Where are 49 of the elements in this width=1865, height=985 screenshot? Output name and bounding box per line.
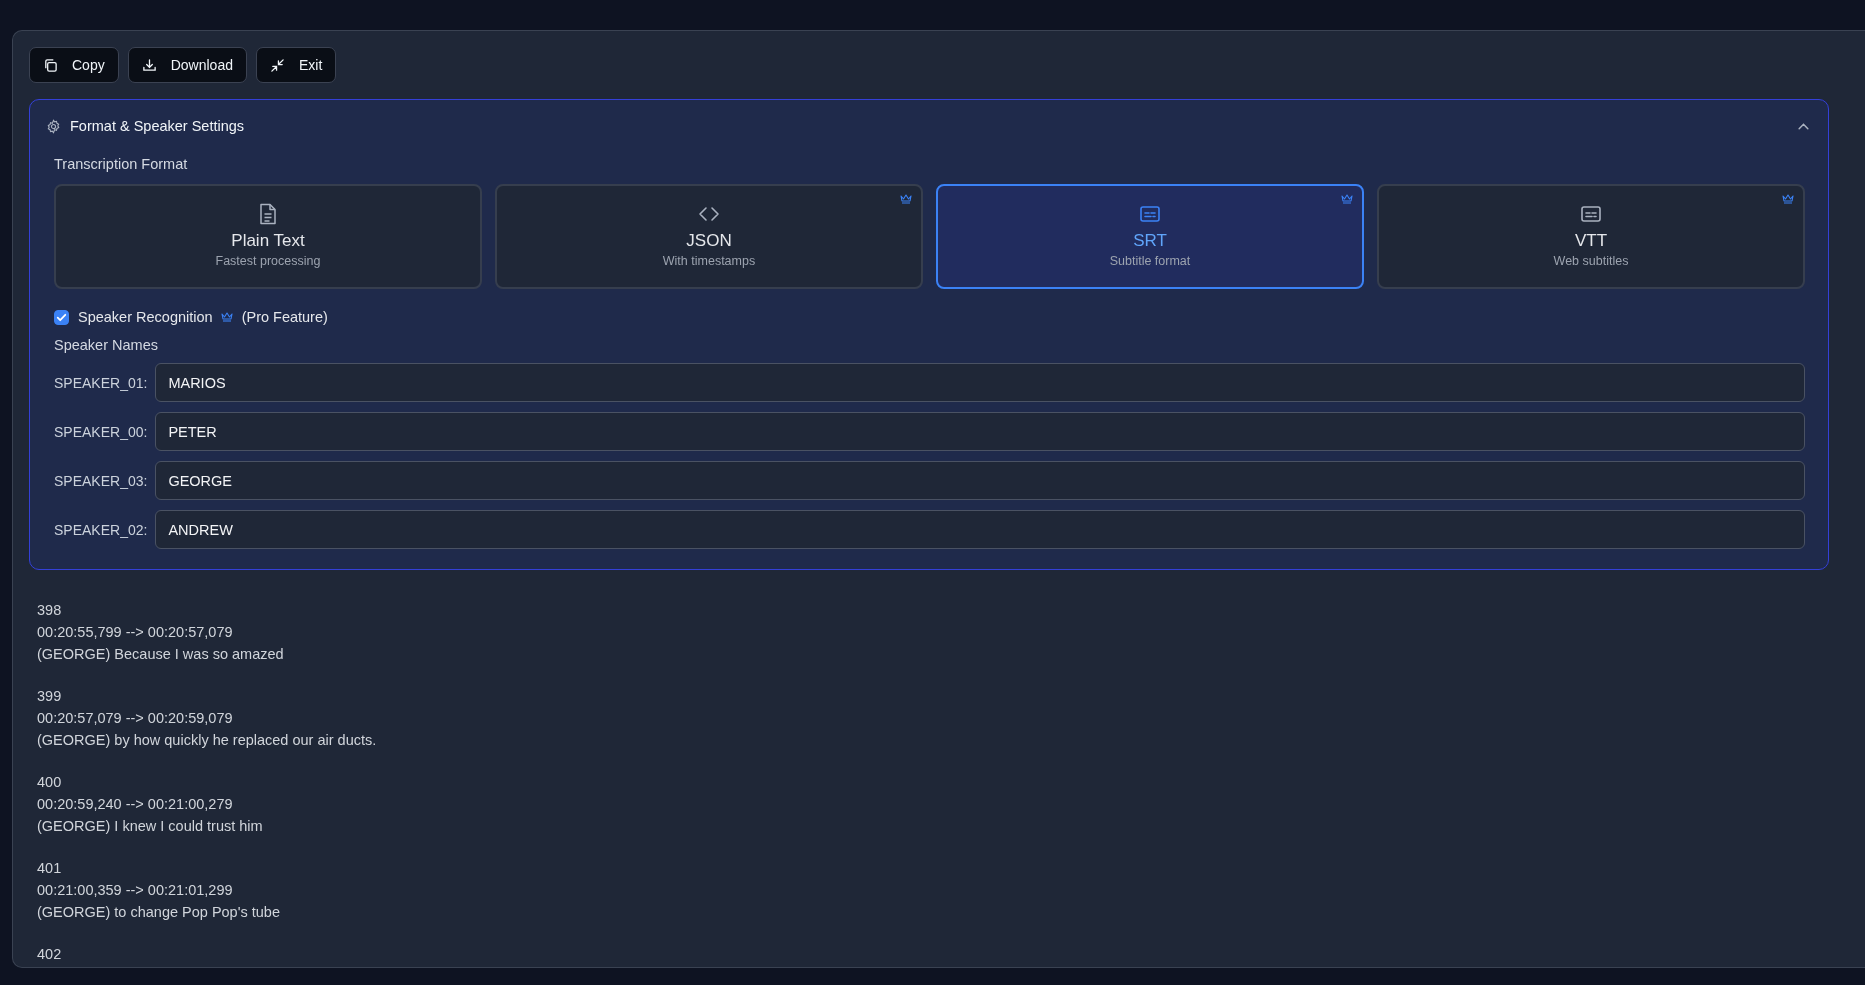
format-option[interactable]: Plain Text Fastest processing (54, 184, 482, 289)
checkbox-label: Speaker Recognition (78, 309, 213, 325)
subtitles-icon (1139, 203, 1161, 225)
subtitles-icon (1580, 203, 1602, 225)
format-name: JSON (686, 231, 732, 251)
subtitle-index: 398 (37, 601, 63, 620)
subtitle-timecode: 00:20:59,240 --> 00:21:00,279 (37, 795, 234, 814)
format-option[interactable]: VTT Web subtitles (1377, 184, 1805, 289)
subtitle-text: (GEORGE) Because I was so amazed (37, 645, 285, 664)
subtitle-index: 400 (37, 773, 63, 792)
subtitle-text: (GEORGE) to change Pop Pop's tube (37, 903, 281, 922)
format-option[interactable]: SRT Subtitle format (936, 184, 1364, 289)
download-icon (141, 57, 157, 73)
speaker-name-field[interactable]: ANDREW (155, 510, 1805, 549)
speaker-name-field[interactable]: MARIOS (155, 363, 1805, 402)
subtitle-timecode: 00:21:00,359 --> 00:21:01,299 (37, 881, 234, 900)
toolbar-button[interactable]: Copy (29, 47, 119, 83)
subtitle-index: 402 (37, 945, 63, 964)
format-description: Subtitle format (1109, 254, 1191, 268)
subtitle-index: 399 (37, 687, 63, 706)
format-description: Web subtitles (1553, 254, 1629, 268)
document-icon (257, 203, 279, 225)
subtitle-timecode: 00:20:57,079 --> 00:20:59,079 (37, 709, 234, 728)
toolbar-button[interactable]: Download (127, 47, 247, 83)
section-label: Speaker Names (54, 337, 159, 353)
subtitle-timecode: 00:20:55,799 --> 00:20:57,079 (37, 623, 234, 642)
settings-icon (46, 118, 61, 134)
format-name: Plain Text (231, 231, 305, 251)
settings-title: Format & Speaker Settings (70, 118, 246, 134)
speaker-name-field[interactable]: GEORGE (155, 461, 1805, 500)
speaker-label: SPEAKER_02: (54, 521, 148, 538)
subtitle-text: (GEORGE) I knew I could trust him (37, 817, 264, 836)
pro-feature-note: (Pro Feature) (241, 309, 328, 325)
subtitle-index: 401 (37, 859, 63, 878)
speaker-label: SPEAKER_01: (54, 374, 148, 391)
format-name: SRT (1133, 231, 1167, 251)
format-description: With timestamps (662, 254, 756, 268)
speaker-label: SPEAKER_00: (54, 423, 148, 440)
speaker-name-field[interactable]: PETER (155, 412, 1805, 451)
section-label: Transcription Format (54, 156, 189, 172)
subtitle-text: (GEORGE) by how quickly he replaced our air ducts. (37, 731, 378, 750)
toolbar-button[interactable]: Exit (255, 47, 337, 83)
format-name: VTT (1574, 231, 1608, 251)
checkbox[interactable] (54, 309, 69, 325)
collapse-icon (269, 57, 285, 73)
speaker-label: SPEAKER_03: (54, 472, 148, 489)
format-option[interactable]: JSON With timestamps (495, 184, 923, 289)
copy-icon (43, 57, 58, 73)
format-description: Fastest processing (215, 254, 321, 268)
